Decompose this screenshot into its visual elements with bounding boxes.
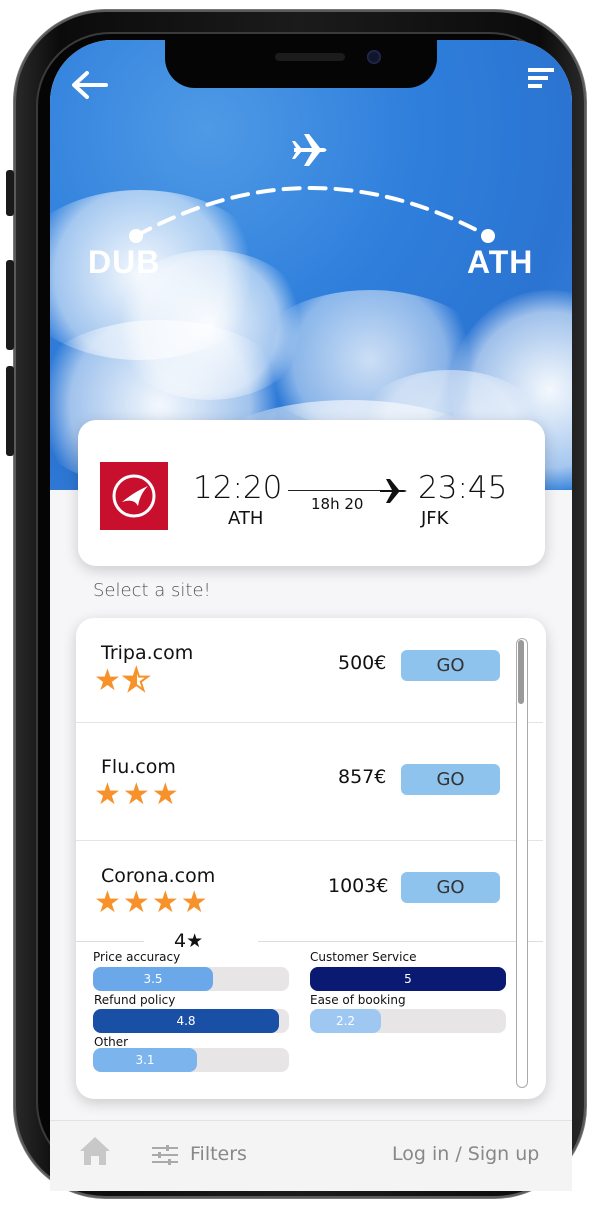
scrollbar-thumb[interactable] xyxy=(518,640,524,704)
destination-code: ATH xyxy=(467,244,534,280)
star-rating: ★★ xyxy=(94,663,152,698)
metric-bar-fill: 3.5 xyxy=(93,967,213,991)
star-icon: ★ xyxy=(94,777,123,812)
route-arc xyxy=(129,134,495,243)
metric-label: Refund policy xyxy=(94,993,176,1007)
origin-code: DUB xyxy=(88,244,161,280)
airplane-icon xyxy=(380,479,407,503)
metric-bar-fill: 5 xyxy=(310,967,506,991)
select-site-label: Select a site! xyxy=(93,580,211,601)
go-button[interactable]: GO xyxy=(401,764,500,795)
list-item[interactable]: Tripa.com ★★ 500€ GO xyxy=(76,618,543,723)
sort-menu-icon[interactable] xyxy=(526,66,556,90)
scrollbar[interactable] xyxy=(516,638,528,1088)
star-icon: ★ xyxy=(94,885,123,920)
go-button[interactable]: GO xyxy=(401,872,500,903)
list-item[interactable]: Flu.com ★★★ 857€ GO xyxy=(76,722,543,841)
front-camera xyxy=(367,50,381,64)
filters-button[interactable]: Filters xyxy=(190,1143,247,1165)
star-icon: ★ xyxy=(151,885,181,920)
departure-airport: ATH xyxy=(228,508,264,529)
star-icon: ★ xyxy=(122,885,152,920)
metric-bar: 3.5 xyxy=(93,967,289,991)
site-price: 857€ xyxy=(338,766,387,788)
site-price: 500€ xyxy=(338,652,387,674)
airline-logo xyxy=(100,462,168,530)
volume-down-button xyxy=(6,366,14,456)
metric-bar: 4.8 xyxy=(93,1009,289,1033)
metric-bar-fill: 2.2 xyxy=(310,1009,381,1033)
site-name: Flu.com xyxy=(101,756,176,778)
site-price: 1003€ xyxy=(328,875,389,897)
metric-label: Price accuracy xyxy=(93,950,181,964)
flight-card[interactable]: 12:20 ATH 18h 20 23:45 JFK xyxy=(78,420,545,566)
star-icon: ★ xyxy=(180,885,210,920)
volume-up-button xyxy=(6,260,14,350)
home-icon[interactable] xyxy=(78,1135,112,1167)
star-icon: ★ xyxy=(122,777,152,812)
earpiece-speaker xyxy=(275,53,345,61)
phone-notch xyxy=(165,40,437,88)
bottom-nav: Filters Log in / Sign up xyxy=(50,1120,572,1191)
back-arrow-icon[interactable] xyxy=(70,68,108,102)
star-rating: ★★★ xyxy=(94,780,181,810)
divider xyxy=(258,941,543,942)
metric-label: Customer Service xyxy=(310,950,417,964)
turkish-airlines-logo-icon xyxy=(112,474,156,518)
metric-bar: 3.1 xyxy=(93,1048,289,1072)
star-rating: ★★★★ xyxy=(94,888,210,918)
site-name: Corona.com xyxy=(101,865,216,887)
half-star-icon: ★ xyxy=(122,665,152,697)
site-name: Tripa.com xyxy=(101,642,194,664)
flight-duration: 18h 20 xyxy=(311,495,364,513)
departure-time: 12:20 xyxy=(193,470,283,506)
divider xyxy=(76,941,144,942)
metric-bar-fill: 3.1 xyxy=(93,1048,197,1072)
arrival-time: 23:45 xyxy=(418,470,508,506)
metric-label: Other xyxy=(94,1035,129,1049)
metric-bar: 2.2 xyxy=(310,1009,506,1033)
list-item[interactable]: Corona.com ★★★★ 1003€ GO xyxy=(76,840,543,944)
mute-switch xyxy=(6,170,14,216)
metric-bar-fill: 4.8 xyxy=(93,1009,279,1033)
booking-sites-list[interactable]: Tripa.com ★★ 500€ GO Flu.com ★★★ 857€ GO… xyxy=(76,618,546,1099)
login-signup-link[interactable]: Log in / Sign up xyxy=(392,1143,539,1165)
metric-bar: 5 xyxy=(310,967,506,991)
star-icon: ★ xyxy=(151,777,181,812)
airplane-icon xyxy=(292,134,327,166)
metric-label: Ease of booking xyxy=(310,993,406,1007)
arrival-airport: JFK xyxy=(421,508,449,529)
star-icon: ★ xyxy=(94,663,123,698)
filter-sliders-icon[interactable] xyxy=(152,1145,178,1165)
overall-rating: 4★ xyxy=(174,930,204,952)
flight-path-line xyxy=(288,490,388,491)
go-button[interactable]: GO xyxy=(401,650,500,681)
